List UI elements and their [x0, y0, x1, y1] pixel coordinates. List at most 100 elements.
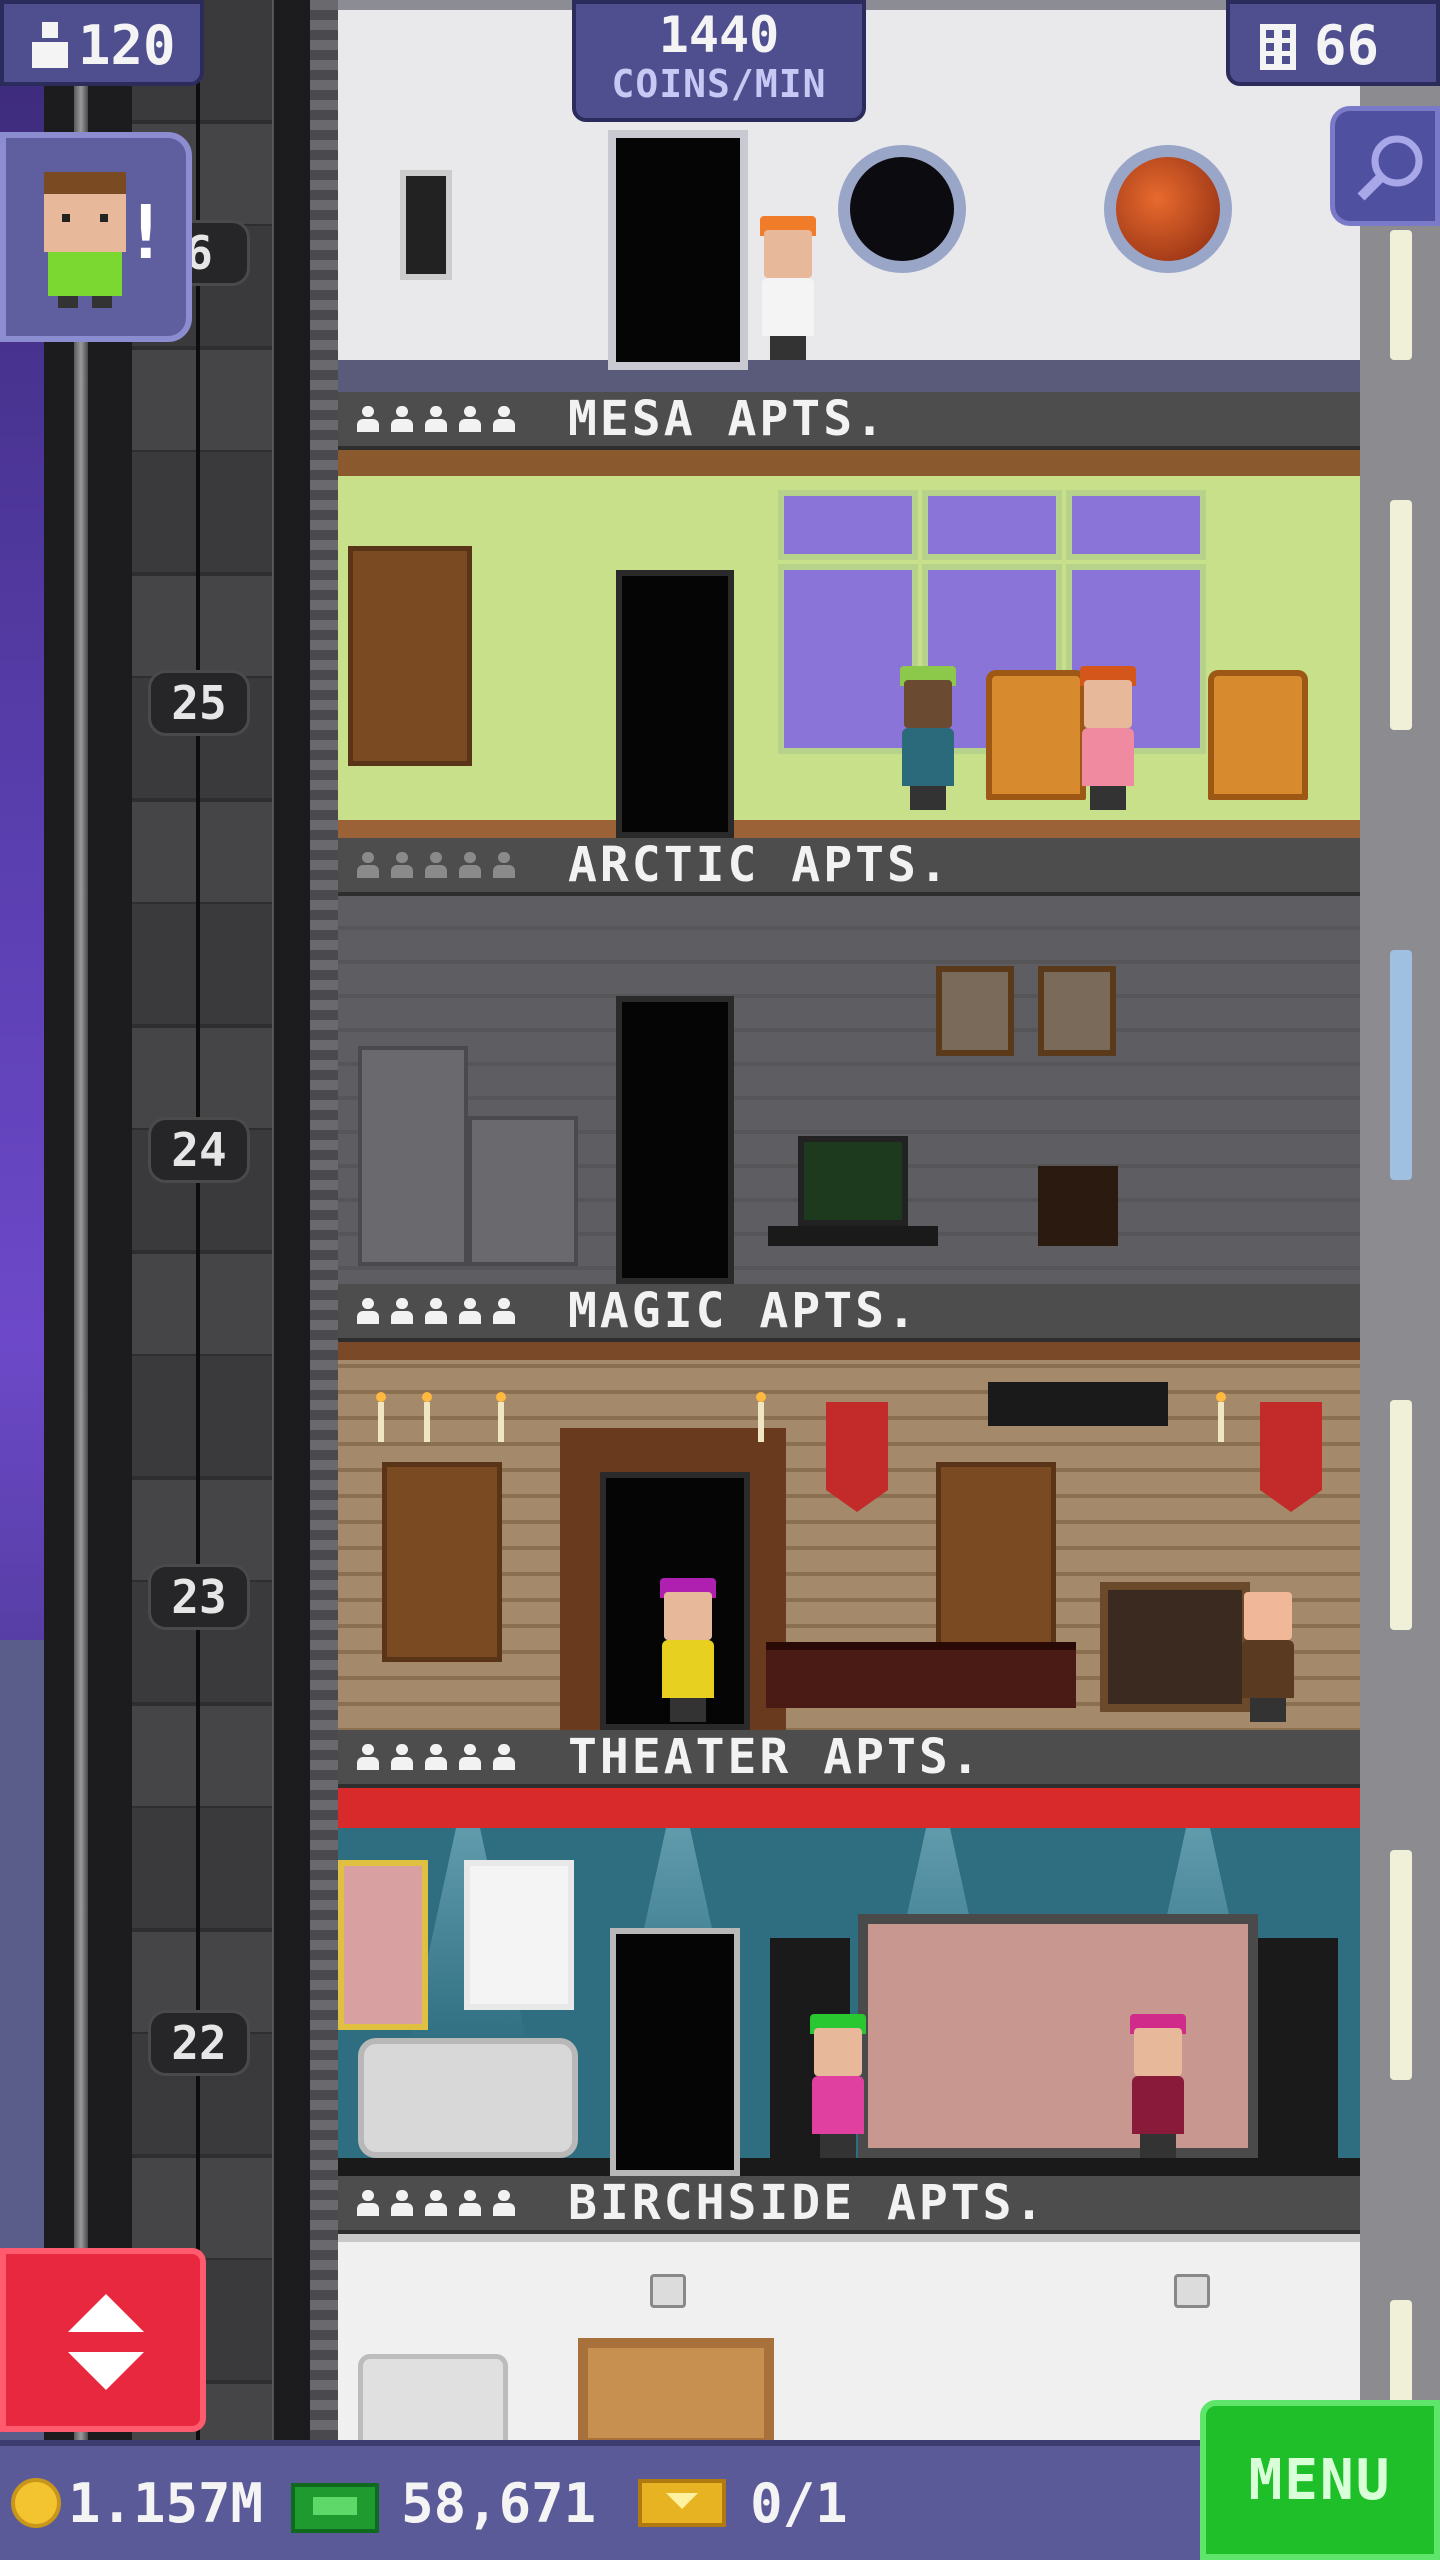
resident-bitizen[interactable] [808, 2014, 868, 2158]
mission-notification-button[interactable]: ! [0, 132, 192, 342]
room-interior [338, 896, 1360, 1284]
window [1066, 490, 1206, 560]
menu-button[interactable]: MENU [1200, 2400, 1440, 2560]
floor-banner: BIRCHSIDE APTS. [338, 2176, 1360, 2234]
floor-name: MESA APTS. [568, 392, 887, 447]
ceiling-lamp [1174, 2274, 1210, 2308]
candle [756, 1392, 766, 1442]
wall-picture [936, 966, 1014, 1056]
tv-stand [768, 1226, 938, 1246]
coin-icon [11, 2478, 61, 2528]
floor-name: THEATER APTS. [568, 1730, 983, 1785]
floor-arctic-apts[interactable]: ARCTIC APTS. [338, 838, 1360, 1284]
movie-poster [464, 1860, 574, 2010]
search-icon [1357, 135, 1423, 201]
ceiling-lamp [650, 2274, 686, 2308]
bux-value: 58,671 [401, 2471, 597, 2535]
floor-number-label: 24 [148, 1117, 250, 1183]
room-interior [338, 1788, 1360, 2176]
tower-window [1390, 1400, 1412, 1630]
population-count: 120 [78, 14, 176, 77]
floor-name: BIRCHSIDE APTS. [568, 2176, 1047, 2231]
person-icon [32, 22, 68, 68]
resident-bitizen[interactable] [1128, 2014, 1188, 2158]
movie-poster [338, 1860, 428, 2030]
floor-banner: MESA APTS. [338, 392, 1360, 450]
side-table [1038, 1166, 1118, 1246]
window [778, 564, 918, 754]
occupancy-person-icons [356, 1744, 538, 1770]
income-badge[interactable]: 1440 COINS/MIN [572, 0, 866, 122]
floor-count-badge[interactable]: 66 [1226, 0, 1440, 86]
elevator-button[interactable] [0, 2248, 206, 2432]
ticket-icon [638, 2479, 727, 2527]
candle [496, 1392, 506, 1442]
room-interior [338, 1342, 1360, 1730]
income-unit: COINS/MIN [611, 62, 827, 106]
tower-window [1390, 230, 1412, 360]
chandelier [988, 1382, 1168, 1426]
fireplace [1100, 1582, 1250, 1712]
floor-banner: ARCTIC APTS. [338, 838, 1360, 896]
coins-value: 1.157M [68, 2471, 264, 2535]
window [922, 490, 1062, 560]
fridge [358, 1046, 468, 1266]
resident-bitizen[interactable] [1238, 1592, 1298, 1722]
occupancy-person-icons [356, 2190, 538, 2216]
resident-bitizen[interactable] [1078, 666, 1138, 810]
search-button[interactable] [1330, 106, 1440, 226]
floor-number-label: 23 [148, 1564, 250, 1630]
floor-birchside-apts[interactable]: BIRCHSIDE APTS. [338, 2176, 1360, 2440]
stove [468, 1116, 578, 1266]
floor-magic-apts[interactable]: MAGIC APTS. [338, 1284, 1360, 1730]
wall-picture [1038, 966, 1116, 1056]
resident-bitizen[interactable] [758, 216, 818, 360]
candle [376, 1392, 386, 1442]
room-door[interactable] [608, 130, 748, 370]
candle [422, 1392, 432, 1442]
floor-count: 66 [1314, 14, 1380, 77]
room-interior [338, 450, 1360, 838]
wall-panel [400, 170, 452, 280]
porthole-window [838, 145, 966, 273]
wall-banner [1260, 1402, 1322, 1512]
armchair [358, 2354, 508, 2440]
floor-name: ARCTIC APTS. [568, 838, 951, 893]
floor-banner: THEATER APTS. [338, 1730, 1360, 1788]
speaker [1258, 1938, 1338, 2158]
occupancy-person-icons [356, 406, 538, 432]
bookshelf [382, 1462, 502, 1662]
movie-screen [858, 1914, 1258, 2158]
tower-edge-wall [310, 0, 340, 2440]
elevator-arrows-icon [68, 2294, 144, 2390]
bux-icon [291, 2483, 380, 2533]
income-value: 1440 [658, 6, 780, 64]
floor-banner: MAGIC APTS. [338, 1284, 1360, 1342]
candle [1216, 1392, 1226, 1442]
long-table [766, 1642, 1076, 1708]
bookshelf [936, 1462, 1056, 1662]
tower-window [1390, 950, 1412, 1180]
fireplace [578, 2338, 774, 2440]
floor-mesa-apts[interactable]: MESA APTS. [338, 392, 1360, 838]
armchair [1208, 670, 1308, 800]
wall-banner [826, 1402, 888, 1512]
room-door[interactable] [616, 996, 734, 1284]
resident-bitizen[interactable] [658, 1578, 718, 1722]
population-badge[interactable]: 120 [0, 0, 204, 86]
building-icon [1260, 24, 1296, 70]
room-door[interactable] [610, 1928, 740, 2176]
tickets-value: 0/1 [750, 2471, 848, 2535]
tower-window [1390, 1850, 1412, 2080]
window [778, 490, 918, 560]
floor-theater-apts[interactable]: THEATER APTS. [338, 1730, 1360, 2176]
resident-bitizen[interactable] [898, 666, 958, 810]
occupancy-person-icons [356, 852, 538, 878]
floor-number-label: 25 [148, 670, 250, 736]
porthole-window-planet [1104, 145, 1232, 273]
floor-number-label: 22 [148, 2010, 250, 2076]
room-door[interactable] [616, 570, 734, 838]
television [798, 1136, 908, 1226]
bookshelf [348, 546, 472, 766]
couch [358, 2038, 578, 2158]
